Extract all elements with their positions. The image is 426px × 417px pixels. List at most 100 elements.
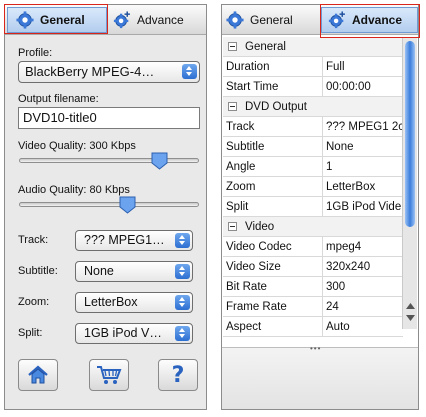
- split-value: 1GB iPod V…: [84, 326, 162, 340]
- video-quality-label: Video Quality: 300 Kbps: [18, 140, 136, 152]
- property-key: Aspect: [223, 317, 323, 336]
- section-title: DVD Output: [245, 101, 307, 113]
- scroll-up-arrow-icon[interactable]: [406, 303, 415, 309]
- property-value[interactable]: ??? MPEG1 2c: [323, 117, 403, 136]
- collapse-icon[interactable]: [228, 222, 237, 231]
- tab-bar: General Advance: [222, 5, 418, 35]
- collapse-icon[interactable]: [228, 102, 237, 111]
- basic-settings-panel: General Advance Profile: BlackBerry MPEG…: [4, 4, 207, 410]
- audio-quality-label: Audio Quality: 80 Kbps: [18, 184, 130, 196]
- property-value[interactable]: None: [323, 137, 403, 156]
- property-row[interactable]: Track??? MPEG1 2c: [223, 117, 403, 137]
- tab-general[interactable]: General: [226, 7, 316, 33]
- track-label: Track:: [18, 234, 49, 246]
- gear-plus-icon: [328, 11, 345, 29]
- video-quality-slider[interactable]: [19, 158, 199, 163]
- cart-icon: [97, 366, 122, 384]
- property-row[interactable]: Angle 1: [223, 157, 403, 177]
- property-row[interactable]: Split 1GB iPod Vide: [223, 197, 403, 217]
- subtitle-stepper-icon: [175, 264, 190, 279]
- scroll-down-arrow-icon[interactable]: [406, 315, 415, 321]
- gear-icon: [16, 11, 34, 29]
- help-button[interactable]: ?: [158, 359, 198, 391]
- section-title: Video: [245, 221, 275, 233]
- tab-bar: General Advance: [5, 5, 206, 35]
- advanced-settings-panel: General Advance General Duration Full Start…: [221, 4, 419, 410]
- zoom-value: LetterBox: [84, 295, 138, 309]
- property-key: Zoom: [223, 177, 323, 196]
- split-label: Split:: [18, 327, 43, 339]
- property-value[interactable]: 24: [323, 297, 403, 316]
- subtitle-select[interactable]: None: [75, 261, 193, 282]
- property-row[interactable]: Video Size 320x240: [223, 257, 403, 277]
- output-filename-label: Output filename:: [18, 93, 99, 105]
- audio-quality-slider[interactable]: [19, 202, 199, 207]
- property-row[interactable]: Start Time 00:00:00: [223, 77, 403, 97]
- scrollbar-thumb[interactable]: [405, 41, 415, 227]
- track-value: ??? MPEG1…: [84, 233, 165, 247]
- property-value[interactable]: Auto: [323, 317, 403, 336]
- output-filename-input[interactable]: DVD10-title0: [18, 107, 200, 129]
- property-value[interactable]: Full: [323, 57, 403, 76]
- property-key: Start Time: [223, 77, 323, 96]
- property-key: Video Codec: [223, 237, 323, 256]
- property-key: Bit Rate: [223, 277, 323, 296]
- vertical-scrollbar[interactable]: [402, 37, 417, 329]
- property-key: Duration: [223, 57, 323, 76]
- home-icon: [28, 365, 48, 384]
- gear-plus-icon: [113, 11, 130, 29]
- profile-stepper-icon: [182, 64, 197, 79]
- profile-label: Profile:: [18, 47, 53, 59]
- property-value[interactable]: LetterBox: [323, 177, 403, 196]
- split-stepper-icon: [175, 326, 190, 341]
- gear-icon: [226, 11, 244, 29]
- zoom-label: Zoom:: [18, 296, 50, 308]
- zoom-select[interactable]: LetterBox: [75, 292, 193, 313]
- property-grid: General Duration Full Start Time 00:00:00 DVD…: [223, 37, 403, 337]
- property-row[interactable]: Duration Full: [223, 57, 403, 77]
- help-icon: ?: [171, 362, 185, 388]
- resize-grip[interactable]: •••: [310, 344, 321, 353]
- property-row[interactable]: Aspect Auto: [223, 317, 403, 337]
- property-value[interactable]: mpeg4: [323, 237, 403, 256]
- track-select[interactable]: ??? MPEG1…: [75, 230, 193, 251]
- property-row[interactable]: Subtitle None: [223, 137, 403, 157]
- tab-general-label: General: [40, 13, 85, 27]
- section-header[interactable]: Video: [223, 217, 403, 237]
- property-row[interactable]: Zoom LetterBox: [223, 177, 403, 197]
- tab-advance-label: Advance: [352, 13, 403, 27]
- tab-general[interactable]: General: [7, 7, 107, 33]
- property-value[interactable]: 1: [323, 157, 403, 176]
- panel-footer: •••: [222, 344, 418, 409]
- home-button[interactable]: [18, 359, 58, 391]
- profile-value: BlackBerry MPEG-4…: [25, 64, 155, 79]
- subtitle-value: None: [84, 264, 114, 278]
- tab-general-label: General: [250, 13, 293, 27]
- zoom-stepper-icon: [175, 295, 190, 310]
- tab-advance-label: Advance: [137, 13, 184, 27]
- section-header[interactable]: DVD Output: [223, 97, 403, 117]
- property-row[interactable]: Frame Rate 24: [223, 297, 403, 317]
- cart-button[interactable]: [89, 359, 129, 391]
- property-key: Split: [223, 197, 323, 216]
- collapse-icon[interactable]: [228, 42, 237, 51]
- section-header[interactable]: General: [223, 37, 403, 57]
- tab-advance[interactable]: Advance: [113, 7, 203, 33]
- profile-select[interactable]: BlackBerry MPEG-4…: [18, 61, 200, 83]
- property-value[interactable]: 320x240: [323, 257, 403, 276]
- property-key: Frame Rate: [223, 297, 323, 316]
- video-quality-thumb[interactable]: [151, 152, 168, 170]
- section-title: General: [245, 41, 286, 53]
- property-value[interactable]: 1GB iPod Vide: [323, 197, 403, 216]
- track-stepper-icon: [175, 233, 190, 248]
- property-value[interactable]: 00:00:00: [323, 77, 403, 96]
- property-key: Video Size: [223, 257, 323, 276]
- property-row[interactable]: Bit Rate 300: [223, 277, 403, 297]
- split-select[interactable]: 1GB iPod V…: [75, 323, 193, 344]
- property-row[interactable]: Video Codec mpeg4: [223, 237, 403, 257]
- tab-advance[interactable]: Advance: [321, 7, 418, 33]
- property-key: Track: [223, 117, 323, 136]
- audio-quality-thumb[interactable]: [119, 196, 136, 214]
- property-value[interactable]: 300: [323, 277, 403, 296]
- property-key: Angle: [223, 157, 323, 176]
